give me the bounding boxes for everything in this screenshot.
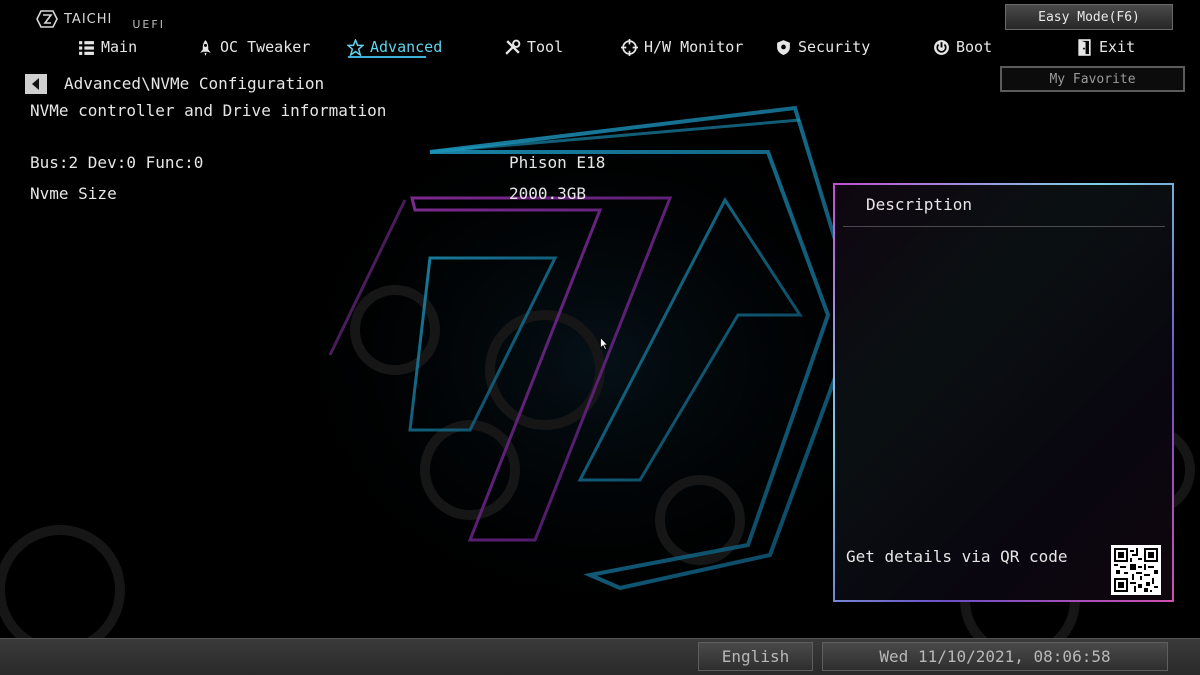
description-title: Description xyxy=(866,195,972,214)
tab-exit-label: Exit xyxy=(1099,38,1136,56)
description-panel: Description Get details via QR code xyxy=(833,183,1174,602)
uefi-label: UEFI xyxy=(132,17,165,31)
tab-security-label: Security xyxy=(798,38,871,56)
my-favorite-button[interactable]: My Favorite xyxy=(1000,66,1185,92)
breadcrumb: Advanced\NVMe Configuration xyxy=(64,74,325,93)
power-icon xyxy=(934,39,949,55)
tab-hw-monitor-label: H/W Monitor xyxy=(644,38,744,56)
crosshair-icon xyxy=(621,38,638,56)
tab-main[interactable]: Main xyxy=(78,36,137,58)
mouse-cursor-icon xyxy=(600,337,608,350)
tab-tool-label: Tool xyxy=(527,38,564,56)
tab-tool[interactable]: Tool xyxy=(504,36,563,58)
qr-code-hint: Get details via QR code xyxy=(846,547,1068,566)
brand-name: TAICHI xyxy=(64,11,113,27)
star-icon xyxy=(347,38,364,56)
date-time-display: Wed 11/10/2021, 08:06:58 xyxy=(822,642,1168,671)
tab-advanced[interactable]: Advanced xyxy=(347,36,442,58)
list-icon xyxy=(79,40,94,55)
taichi-logo: TAICHI UEFI xyxy=(36,9,165,31)
tab-main-label: Main xyxy=(101,38,138,56)
tab-hw-monitor[interactable]: H/W Monitor xyxy=(621,36,743,58)
tab-boot[interactable]: Boot xyxy=(933,36,992,58)
description-divider xyxy=(843,226,1165,227)
tools-icon xyxy=(505,39,521,55)
back-arrow-icon xyxy=(32,78,39,90)
back-button[interactable] xyxy=(25,74,47,94)
tab-boot-label: Boot xyxy=(956,38,993,56)
taichi-logo-icon xyxy=(36,10,58,28)
tab-security[interactable]: Security xyxy=(775,36,870,58)
tab-oc-tweaker[interactable]: OC Tweaker xyxy=(197,36,310,58)
nvme-size-value: 2000.3GB xyxy=(509,184,587,203)
exit-door-icon xyxy=(1078,38,1091,56)
qr-code[interactable] xyxy=(1111,545,1161,595)
section-title: NVMe controller and Drive information xyxy=(30,101,387,120)
tab-oc-tweaker-label: OC Tweaker xyxy=(220,38,311,56)
active-tab-indicator xyxy=(348,56,426,58)
nvme-model-value: Phison E18 xyxy=(509,153,606,172)
easy-mode-button[interactable]: Easy Mode(F6) xyxy=(1005,4,1173,30)
nvme-size-label[interactable]: Nvme Size xyxy=(30,184,117,203)
rocket-icon xyxy=(200,39,211,56)
shield-icon xyxy=(777,39,790,55)
language-button[interactable]: English xyxy=(698,642,813,671)
qr-code-icon xyxy=(1114,548,1158,592)
tab-advanced-label: Advanced xyxy=(370,38,443,56)
bus-dev-func-label[interactable]: Bus:2 Dev:0 Func:0 xyxy=(30,153,203,172)
tab-exit[interactable]: Exit xyxy=(1076,36,1135,58)
